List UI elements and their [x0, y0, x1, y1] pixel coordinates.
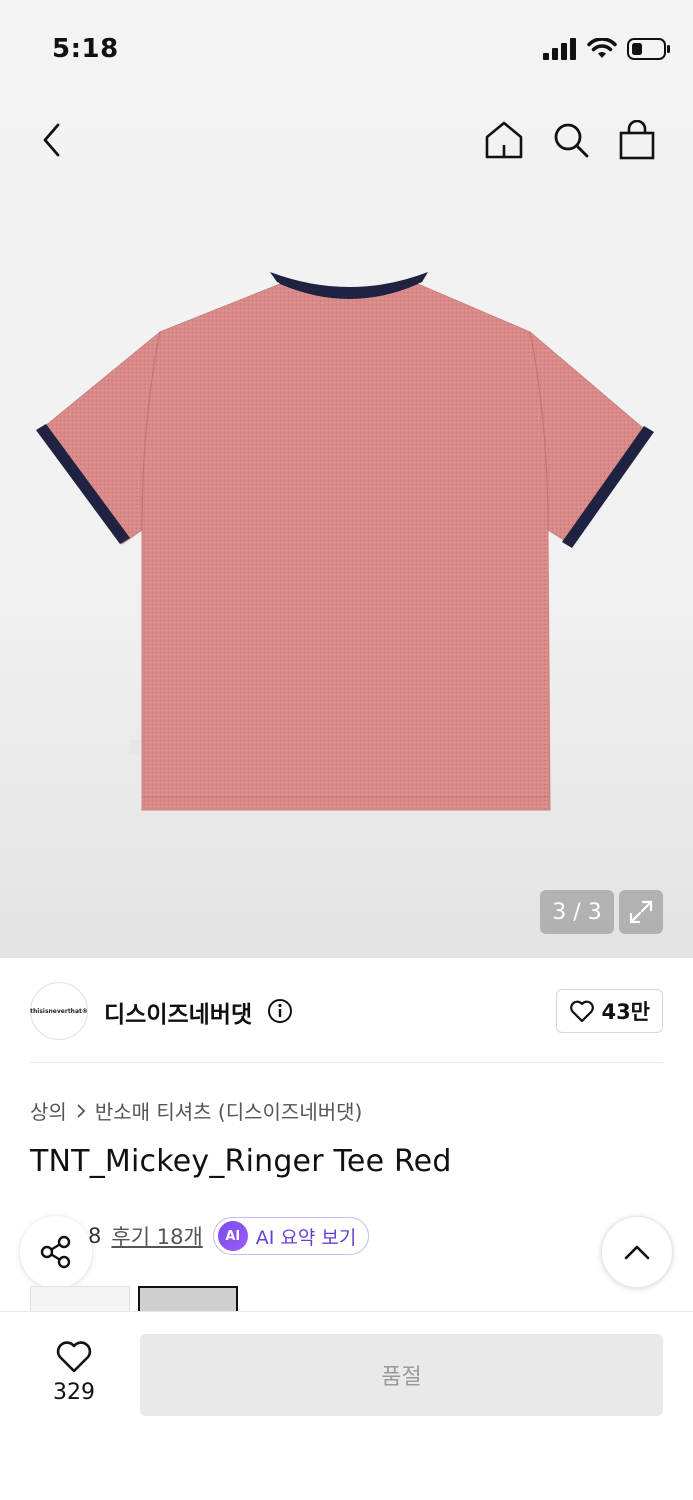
image-counter: 3 / 3 [540, 890, 614, 934]
color-thumbnail[interactable] [30, 1286, 130, 1312]
battery-icon [627, 38, 670, 60]
bottom-action-bar: 329 품절 [0, 1311, 693, 1500]
back-button[interactable] [30, 118, 74, 162]
breadcrumb-subcategory[interactable]: 반소매 티셔츠 (디스이즈네버댓) [95, 1096, 363, 1125]
expand-icon [629, 900, 653, 924]
scroll-top-button[interactable] [601, 1216, 673, 1288]
ai-summary-label: AI 요약 보기 [255, 1226, 357, 1249]
status-time: 5:18 [52, 34, 119, 64]
signal-icon [543, 38, 576, 60]
chevron-up-icon [624, 1245, 650, 1260]
heart-icon [56, 1341, 92, 1373]
status-icons [543, 38, 671, 60]
divider [30, 1062, 663, 1063]
expand-button[interactable] [619, 890, 663, 934]
product-image[interactable] [30, 262, 670, 822]
home-button[interactable] [482, 118, 526, 162]
breadcrumb: 상의 반소매 티셔츠 (디스이즈네버댓) [30, 1096, 362, 1125]
color-thumbnails [30, 1286, 238, 1312]
share-icon [40, 1235, 71, 1269]
shopping-bag-icon [619, 120, 655, 160]
ai-summary-button[interactable]: AI AI 요약 보기 [212, 1217, 370, 1255]
brand-like-button[interactable]: 43만 [556, 989, 663, 1033]
search-button[interactable] [549, 118, 593, 162]
breadcrumb-category[interactable]: 상의 [30, 1096, 67, 1125]
wishlist-count: 329 [53, 1380, 95, 1405]
soldout-button[interactable]: 품절 [140, 1334, 663, 1416]
review-link[interactable]: 후기 18개 [111, 1221, 202, 1251]
ai-badge: AI [217, 1221, 248, 1251]
brand-name[interactable]: 디스이즈네버댓 [104, 995, 252, 1029]
search-icon [554, 123, 589, 158]
brand-row: thisisneverthat® 디스이즈네버댓 43만 [30, 982, 663, 1040]
heart-icon [570, 1000, 595, 1023]
cart-button[interactable] [615, 118, 659, 162]
status-bar: 5:18 [0, 0, 693, 100]
brand-like-count: 43만 [601, 1000, 650, 1024]
brand-logo-text: thisisneverthat® [30, 1007, 88, 1015]
product-title: TNT_Mickey_Ringer Tee Red [30, 1144, 452, 1179]
brand-logo[interactable]: thisisneverthat® [30, 982, 88, 1040]
share-button[interactable] [20, 1216, 92, 1288]
top-navigation [0, 110, 693, 170]
home-icon [485, 121, 523, 159]
chevron-right-icon [77, 1103, 86, 1118]
color-thumbnail-selected[interactable] [138, 1286, 238, 1312]
wifi-icon [587, 38, 617, 58]
back-icon [43, 123, 60, 157]
info-icon[interactable] [267, 998, 293, 1024]
wishlist-button[interactable]: 329 [34, 1340, 114, 1420]
